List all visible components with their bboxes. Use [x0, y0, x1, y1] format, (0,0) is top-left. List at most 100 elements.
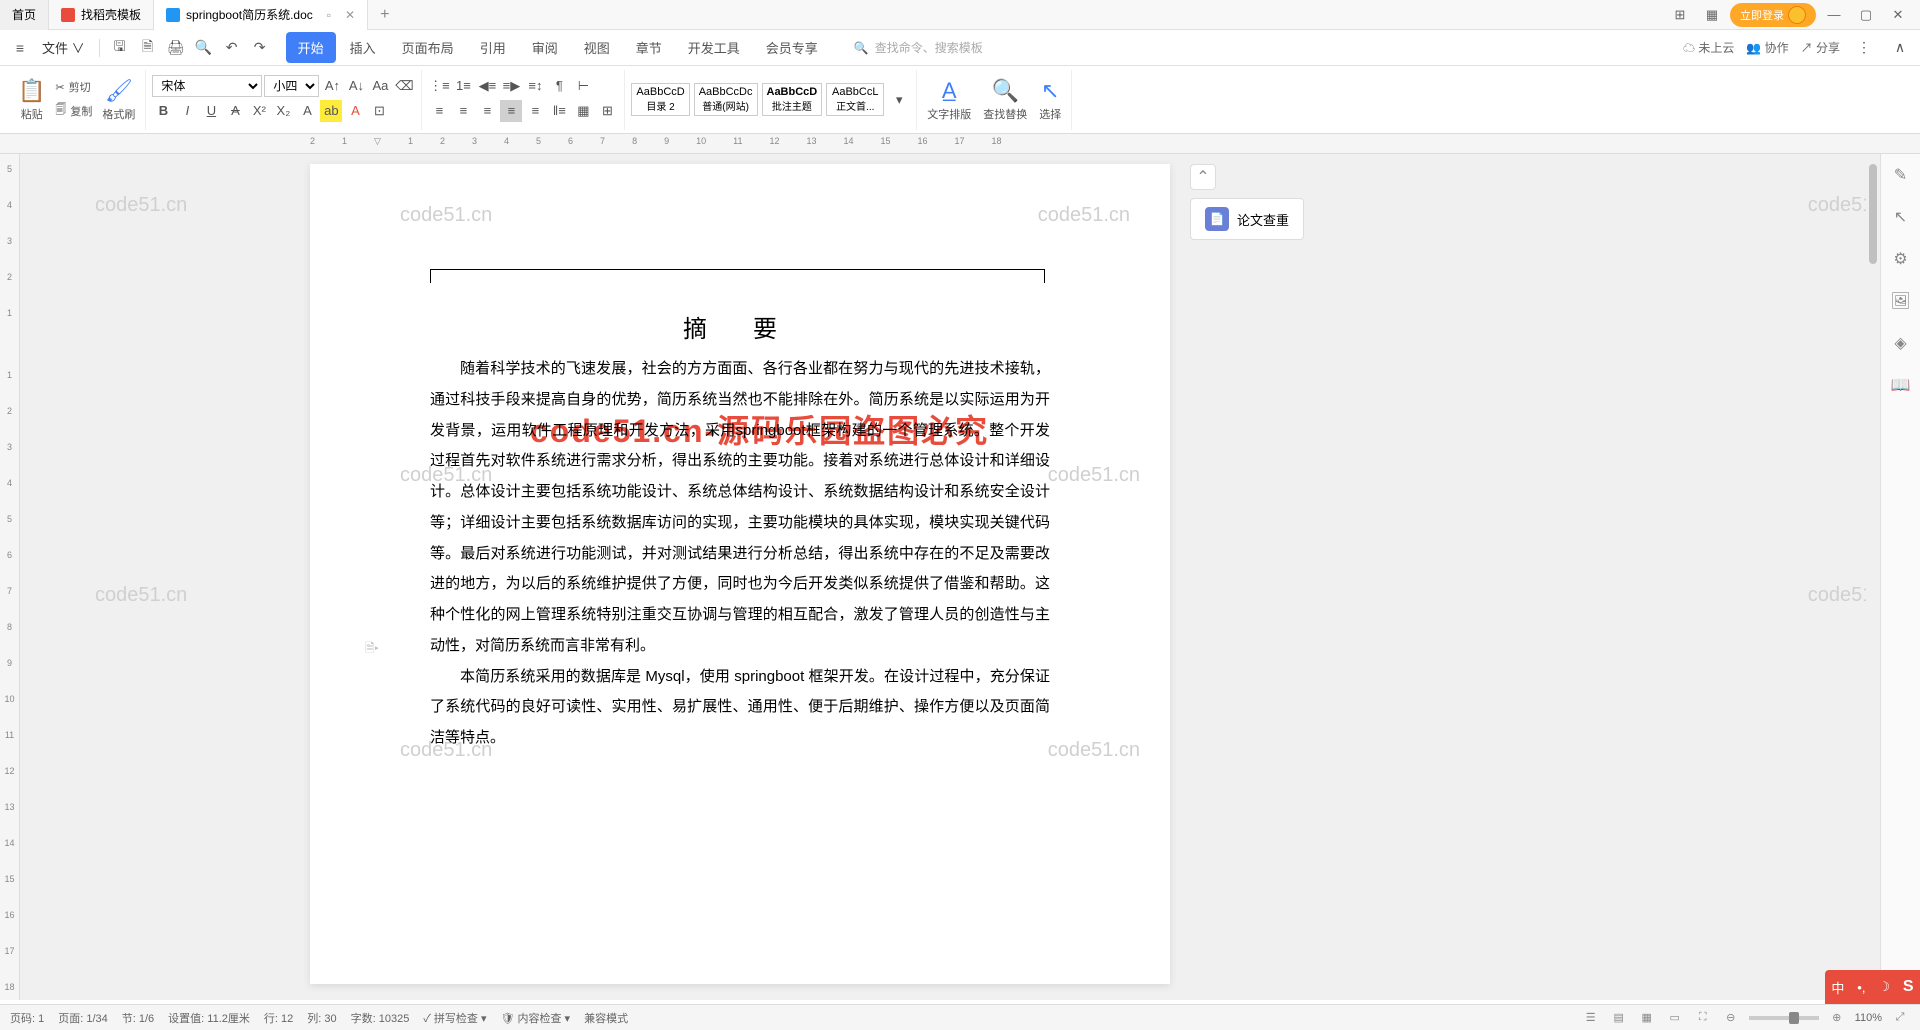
font-name-select[interactable]: 宋体	[152, 75, 262, 97]
zoom-slider[interactable]	[1749, 1016, 1819, 1020]
close-button[interactable]: ✕	[1884, 1, 1912, 29]
ribbon-member[interactable]: 会员专享	[754, 32, 830, 63]
superscript-button[interactable]: X²	[248, 100, 270, 122]
share-button[interactable]: ↗ 分享	[1801, 39, 1840, 56]
numbering-button[interactable]: 1≡	[452, 75, 474, 97]
expand-icon[interactable]: ∧	[1888, 36, 1912, 60]
indent-button[interactable]: ≡▶	[500, 75, 522, 97]
restore-icon[interactable]: ▫	[327, 8, 331, 22]
font-size-select[interactable]: 小四	[264, 75, 319, 97]
bold-button[interactable]: B	[152, 100, 174, 122]
align-left[interactable]: ≡	[428, 100, 450, 122]
scrollbar-vertical[interactable]	[1866, 154, 1880, 1000]
ime-moon-icon[interactable]: ☽	[1878, 979, 1890, 995]
format-painter[interactable]: 🖌格式刷	[98, 78, 139, 122]
border-button[interactable]: ⊡	[368, 100, 390, 122]
collab-button[interactable]: 👥 协作	[1746, 39, 1788, 56]
bullets-button[interactable]: ⋮≡	[428, 75, 450, 97]
status-col[interactable]: 列: 30	[307, 1010, 336, 1026]
line-spacing[interactable]: ‖≡	[548, 100, 570, 122]
status-pages[interactable]: 页面: 1/34	[58, 1010, 108, 1026]
fit-icon[interactable]: ⤢	[1890, 1008, 1910, 1028]
paste-button[interactable]: 📋粘贴	[14, 78, 49, 122]
login-button[interactable]: 立即登录	[1730, 3, 1816, 27]
distribute[interactable]: ≡	[524, 100, 546, 122]
ime-punct-icon[interactable]: •,	[1857, 980, 1865, 995]
style-normal[interactable]: AaBbCcDc普通(网站)	[694, 83, 758, 116]
pencil-icon[interactable]: ✎	[1890, 164, 1912, 186]
tabs-button[interactable]: ⊢	[572, 75, 594, 97]
ribbon-start[interactable]: 开始	[286, 32, 336, 63]
paragraph-1[interactable]: 随着科学技术的飞速发展，社会的方方面面、各行各业都在努力与现代的先进技术接轨，通…	[430, 354, 1050, 662]
change-case[interactable]: Aa	[369, 75, 391, 97]
copy-button[interactable]: 🗐 复制	[53, 99, 94, 122]
shading-button[interactable]: ▦	[572, 100, 594, 122]
style-comment[interactable]: AaBbCcD批注主题	[762, 83, 823, 116]
command-search[interactable]: 🔍查找命令、搜索模板	[854, 39, 983, 56]
align-center[interactable]: ≡	[452, 100, 474, 122]
undo-icon[interactable]: ↶	[220, 36, 244, 60]
view-page-icon[interactable]: ▤	[1609, 1008, 1629, 1028]
ime-bar[interactable]: 中 •, ☽ S	[1825, 970, 1920, 1004]
preview-icon[interactable]: 🔍	[192, 36, 216, 60]
find-replace-button[interactable]: 🔍查找替换	[979, 78, 1031, 122]
select-button[interactable]: ↖选择	[1035, 78, 1065, 122]
ribbon-view[interactable]: 视图	[572, 32, 622, 63]
font-color-button[interactable]: A	[344, 100, 366, 122]
view-read-icon[interactable]: ☰	[1581, 1008, 1601, 1028]
fullscreen-icon[interactable]: ⛶	[1693, 1008, 1713, 1028]
view-outline-icon[interactable]: ▭	[1665, 1008, 1685, 1028]
more-icon[interactable]: ⋮	[1852, 36, 1876, 60]
ribbon-layout[interactable]: 页面布局	[390, 32, 466, 63]
book-icon[interactable]: 📖	[1890, 374, 1912, 396]
subscript-button[interactable]: X₂	[272, 100, 294, 122]
styles-more[interactable]: ▾	[888, 89, 910, 111]
italic-button[interactable]: I	[176, 100, 198, 122]
scroll-thumb[interactable]	[1869, 164, 1877, 264]
status-page-num[interactable]: 页码: 1	[10, 1010, 44, 1026]
file-menu[interactable]: 文件 ∨	[36, 38, 91, 57]
status-row[interactable]: 行: 12	[264, 1010, 293, 1026]
save-icon[interactable]: 🖫	[108, 36, 132, 60]
ime-lang[interactable]: 中	[1831, 978, 1844, 997]
outdent-button[interactable]: ◀≡	[476, 75, 498, 97]
align-right[interactable]: ≡	[476, 100, 498, 122]
page[interactable]: code51.cn code51.cn code51.cn code51.cn …	[310, 164, 1170, 984]
ribbon-dev[interactable]: 开发工具	[676, 32, 752, 63]
text-effect[interactable]: A	[296, 100, 318, 122]
cut-button[interactable]: ✂ 剪切	[53, 77, 94, 97]
collapse-panel-button[interactable]: ⌃	[1190, 164, 1216, 190]
cursor-icon[interactable]: ↖	[1890, 206, 1912, 228]
ribbon-ref[interactable]: 引用	[468, 32, 518, 63]
menu-icon[interactable]: ≡	[8, 36, 32, 60]
image-icon[interactable]: 🖼	[1890, 290, 1912, 312]
redo-icon[interactable]: ↷	[248, 36, 272, 60]
settings-icon[interactable]: ⚙	[1890, 248, 1912, 270]
zoom-out-button[interactable]: ⊖	[1721, 1008, 1741, 1028]
highlight-button[interactable]: ab	[320, 100, 342, 122]
borders-button[interactable]: ⊞	[596, 100, 618, 122]
view-web-icon[interactable]: ▦	[1637, 1008, 1657, 1028]
add-tab-button[interactable]: +	[368, 6, 401, 24]
status-words[interactable]: 字数: 10325	[351, 1010, 410, 1026]
layout-icon[interactable]: ⊞	[1666, 1, 1694, 29]
plagiarism-check-button[interactable]: 📄 论文查重	[1190, 198, 1304, 240]
ribbon-chapter[interactable]: 章节	[624, 32, 674, 63]
sort-button[interactable]: ≡↕	[524, 75, 546, 97]
decrease-font[interactable]: A↓	[345, 75, 367, 97]
ribbon-review[interactable]: 审阅	[520, 32, 570, 63]
close-tab-icon[interactable]: ✕	[345, 8, 355, 22]
zoom-in-button[interactable]: ⊕	[1827, 1008, 1847, 1028]
saveas-icon[interactable]: 🗎	[136, 36, 160, 60]
underline-button[interactable]: U	[200, 100, 222, 122]
text-layout-button[interactable]: A̲文字排版	[923, 78, 975, 122]
spell-check[interactable]: ✓ 拼写检查 ▾	[423, 1010, 486, 1026]
status-position[interactable]: 设置值: 11.2厘米	[168, 1010, 250, 1026]
tab-home[interactable]: 首页	[0, 0, 49, 30]
doc-title[interactable]: 摘 要	[310, 309, 1170, 344]
ribbon-insert[interactable]: 插入	[338, 32, 388, 63]
print-icon[interactable]: 🖨	[164, 36, 188, 60]
style-toc2[interactable]: AaBbCcD目录 2	[631, 83, 689, 116]
status-section[interactable]: 节: 1/6	[122, 1010, 154, 1026]
paragraph-2[interactable]: 本简历系统采用的数据库是 Mysql，使用 springboot 框架开发。在设…	[430, 662, 1050, 754]
